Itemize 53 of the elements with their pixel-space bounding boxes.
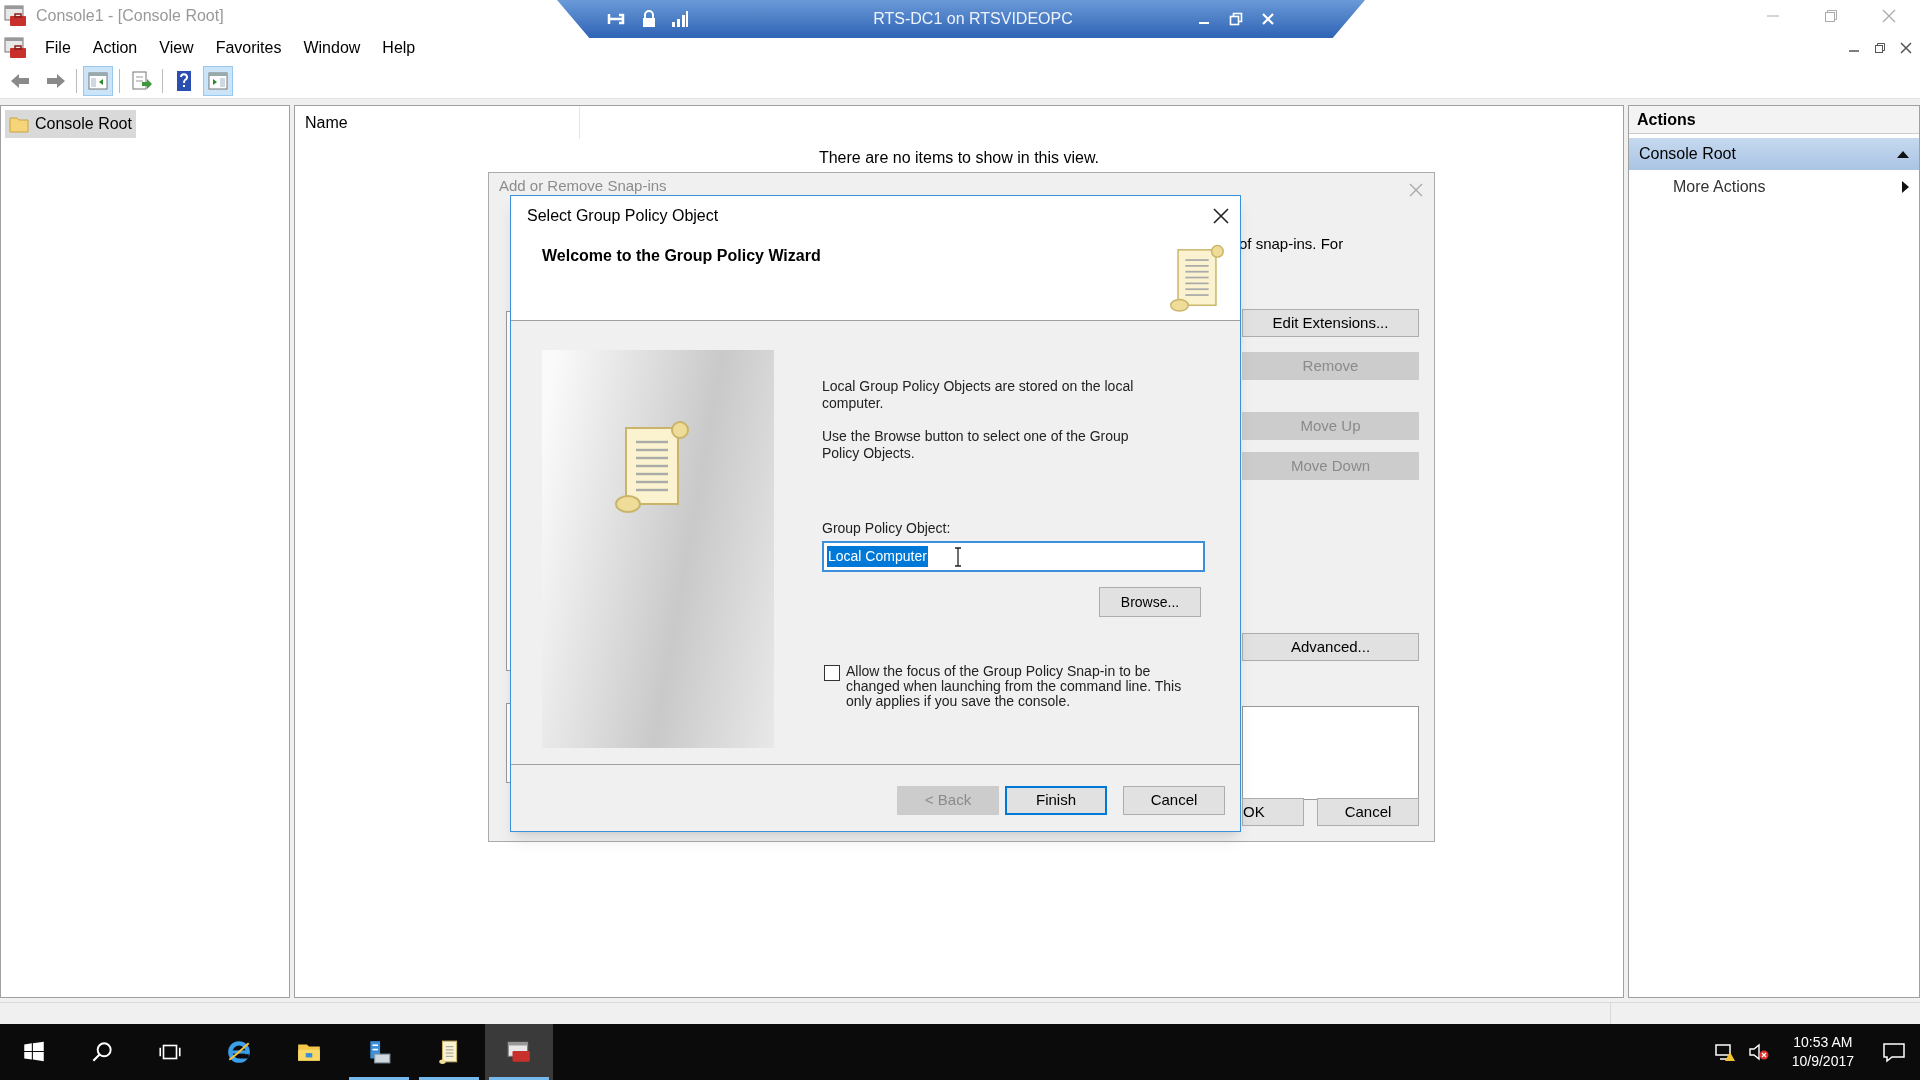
- console-icon: [4, 4, 28, 28]
- menu-item[interactable]: File: [36, 35, 80, 60]
- pin-icon[interactable]: [607, 11, 627, 27]
- dialog-button[interactable]: Advanced...: [1242, 633, 1419, 661]
- collapse-icon[interactable]: [1897, 150, 1909, 158]
- network-warning-icon[interactable]: [1713, 1042, 1736, 1062]
- checkbox-label: Allow the focus of the Group Policy Snap-in to be changed when launching from the command line. This only applies if you save the console.: [846, 664, 1183, 709]
- submenu-arrow-icon: [1902, 181, 1909, 193]
- clock[interactable]: 10:53 AM 10/9/2017: [1791, 1033, 1854, 1071]
- close-icon[interactable]: [1212, 207, 1230, 225]
- restore-icon[interactable]: [1874, 41, 1886, 54]
- empty-message: There are no items to show in this view.: [817, 148, 1101, 168]
- console-icon: [506, 1039, 532, 1065]
- wizard-paragraph: Use the Browse button to select one of the Group Policy Objects.: [822, 428, 1130, 462]
- volume-muted-icon[interactable]: [1747, 1042, 1770, 1062]
- export-list-icon: [129, 68, 153, 93]
- window-title: Console1 - [Console Root]: [36, 6, 224, 26]
- browse-button[interactable]: Browse...: [1099, 587, 1201, 617]
- menu-item[interactable]: View: [150, 35, 203, 60]
- menu-item[interactable]: Help: [373, 35, 425, 60]
- dialog-title: Select Group Policy Object: [527, 206, 719, 226]
- menu-item[interactable]: Favorites: [206, 35, 291, 60]
- dialog-button[interactable]: Edit Extensions...: [1242, 309, 1419, 337]
- menu-item[interactable]: Action: [83, 35, 147, 60]
- actions-section-header[interactable]: Console Root: [1629, 138, 1919, 170]
- column-header[interactable]: Name: [295, 106, 580, 139]
- wizard-heading: Welcome to the Group Policy Wizard: [541, 246, 822, 266]
- dialog-button[interactable]: OK: [1242, 798, 1304, 826]
- signal-icon: [671, 10, 689, 28]
- restore-icon[interactable]: [1229, 12, 1243, 26]
- action-item[interactable]: More Actions: [1629, 170, 1919, 204]
- console-icon: [4, 35, 28, 60]
- taskbar-console-button[interactable]: [485, 1024, 553, 1080]
- text-cursor-icon: [953, 546, 962, 567]
- wizard-button[interactable]: Finish: [1005, 786, 1107, 815]
- dialog-button[interactable]: Cancel: [1317, 798, 1419, 826]
- close-icon[interactable]: [1900, 41, 1912, 54]
- wizard-button[interactable]: Cancel: [1123, 786, 1225, 815]
- notification-icon[interactable]: [1882, 1041, 1906, 1063]
- browser-e-icon: [226, 1039, 252, 1065]
- actions-header: Actions: [1629, 106, 1919, 134]
- dialog-title: Add or Remove Snap-ins: [499, 175, 667, 196]
- remote-title: RTS-DC1 on RTSVIDEOPC: [872, 9, 1074, 29]
- wizard-paragraph: Local Group Policy Objects are stored on the local computer.: [822, 378, 1135, 412]
- lock-icon: [641, 10, 657, 28]
- scroll-icon: [612, 420, 692, 516]
- folder-icon: [9, 115, 29, 133]
- checkbox[interactable]: [824, 665, 840, 681]
- group-policy-object-field[interactable]: Local Computer: [822, 541, 1205, 572]
- scroll-icon: [1167, 244, 1227, 314]
- field-label: Group Policy Object:: [822, 519, 951, 538]
- menu-item[interactable]: Window: [294, 35, 370, 60]
- tree-item[interactable]: Console Root: [5, 110, 136, 138]
